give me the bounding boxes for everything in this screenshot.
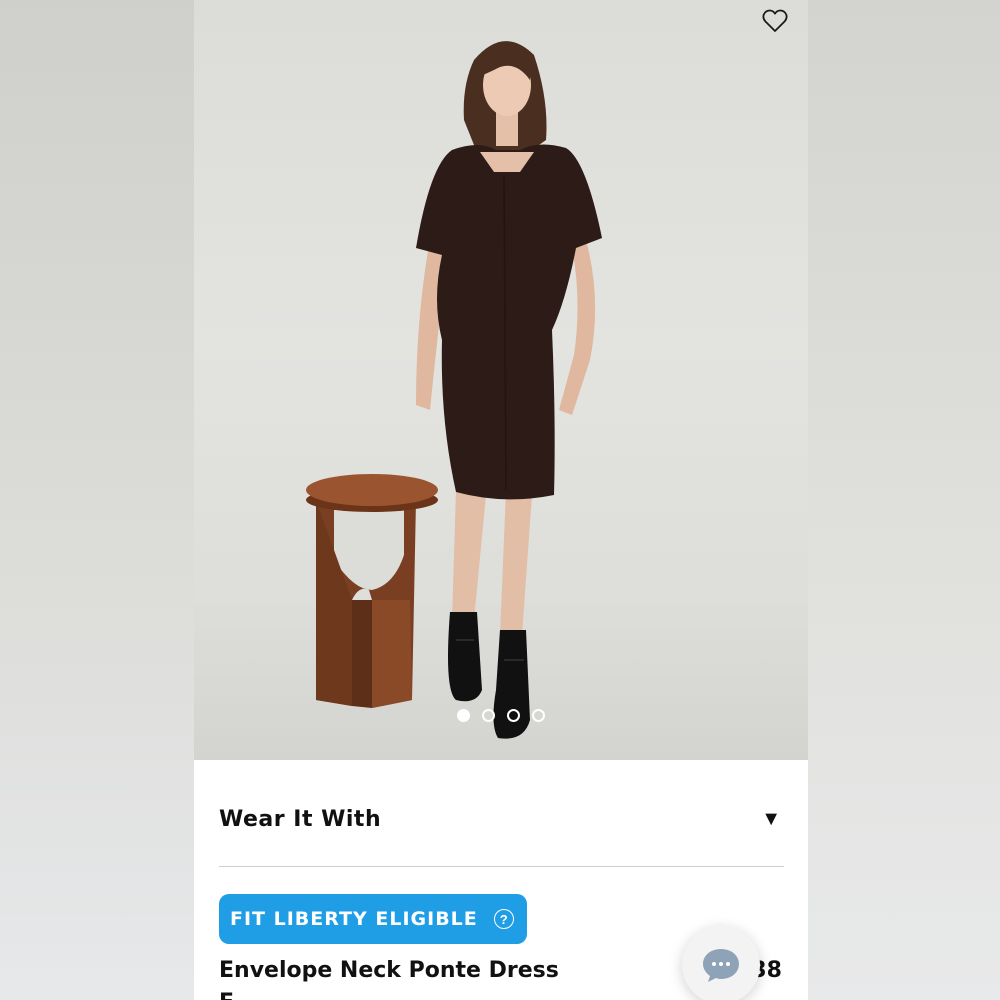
fit-liberty-badge[interactable]: FIT LIBERTY ELIGIBLE ? — [219, 894, 527, 944]
backdrop-right — [808, 0, 1000, 1000]
product-image-gallery[interactable] — [194, 0, 808, 760]
backdrop-left — [0, 0, 194, 1000]
carousel-dot[interactable] — [532, 709, 545, 722]
chat-button[interactable] — [682, 926, 760, 1000]
carousel-pagination — [194, 709, 808, 729]
carousel-dot[interactable] — [482, 709, 495, 722]
model-figure — [416, 41, 602, 739]
wear-it-with-label: Wear It With — [219, 806, 382, 832]
favorite-button[interactable] — [760, 6, 790, 36]
carousel-dot[interactable] — [457, 709, 470, 722]
product-subtitle-partial: F — [219, 990, 249, 1000]
product-photo — [306, 41, 602, 739]
section-divider — [219, 866, 784, 867]
heart-outline-icon — [762, 9, 788, 32]
carousel-dot[interactable] — [507, 709, 520, 722]
product-title: Envelope Neck Ponte Dress — [219, 958, 559, 983]
wear-it-with-toggle[interactable]: Wear It With ▼ — [219, 795, 785, 843]
triangle-down-icon: ▼ — [761, 807, 781, 830]
stool-illustration — [306, 474, 438, 708]
product-page: Wear It With ▼ FIT LIBERTY ELIGIBLE ? En… — [194, 0, 808, 1000]
fit-liberty-label: FIT LIBERTY ELIGIBLE — [230, 908, 478, 930]
help-circle-icon[interactable]: ? — [493, 909, 514, 929]
chat-bubble-icon — [703, 949, 739, 982]
